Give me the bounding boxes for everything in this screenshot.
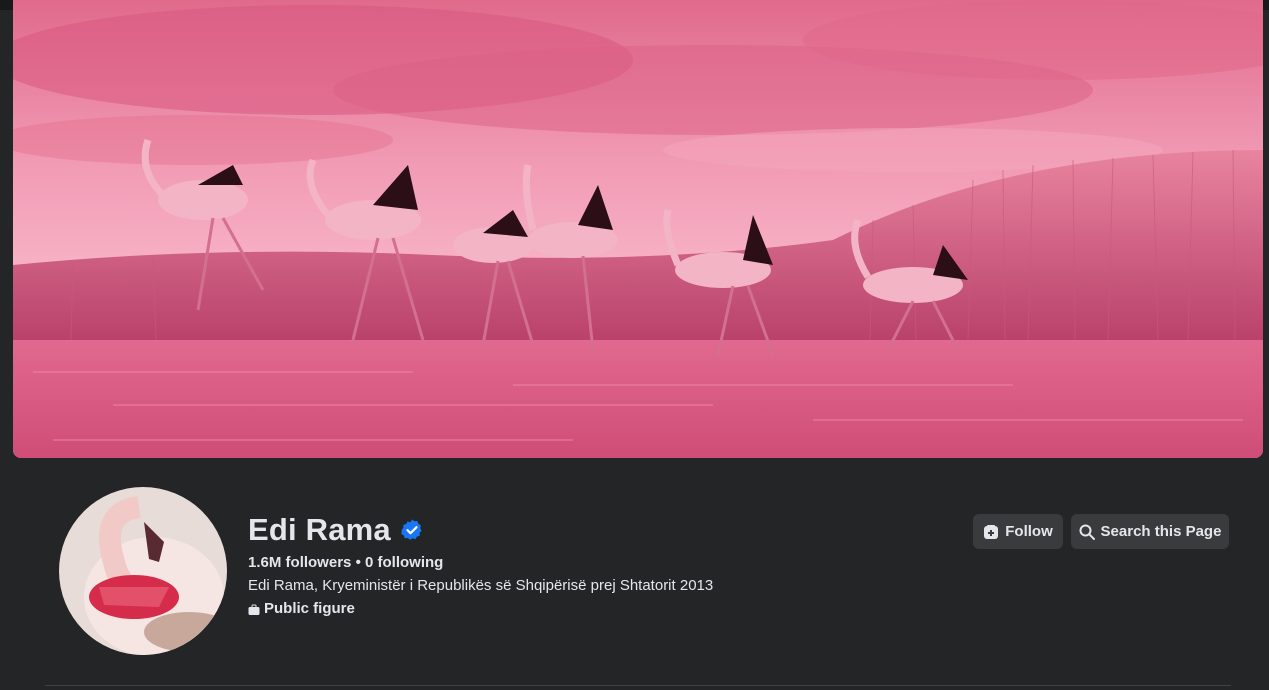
cover-photo[interactable] [13,0,1263,458]
following-label: following [377,554,444,571]
page-name-row: Edi Rama [248,512,424,548]
profile-picture[interactable] [59,487,227,655]
profile-picture-frame[interactable] [57,485,229,657]
header-divider [45,685,1231,686]
page-title: Edi Rama [248,512,391,547]
page-bio: Edi Rama, Kryeministër i Republikës së S… [248,577,714,594]
following-link[interactable]: 0 following [365,554,443,571]
page-category: Public figure [248,600,355,617]
follower-stats: 1.6M followers • 0 following [248,554,443,571]
stats-separator: • [355,554,361,571]
category-label: Public figure [264,600,355,617]
following-count: 0 [365,554,374,571]
followers-count: 1.6M [248,554,282,571]
follow-button[interactable]: Follow [973,514,1063,549]
search-label: Search this Page [1100,523,1222,540]
follow-label: Follow [1005,523,1053,540]
profile-header: Edi Rama 1.6M followers • 0 following Ed… [0,458,1269,690]
briefcase-icon [248,603,260,615]
search-icon [1079,524,1095,540]
avatar-image [59,487,227,655]
search-page-button[interactable]: Search this Page [1071,514,1229,549]
followers-link[interactable]: 1.6M followers [248,554,351,571]
cover-image [13,0,1263,458]
verified-badge-icon[interactable] [400,518,424,542]
follow-add-icon [983,524,999,540]
followers-label: followers [285,554,352,571]
